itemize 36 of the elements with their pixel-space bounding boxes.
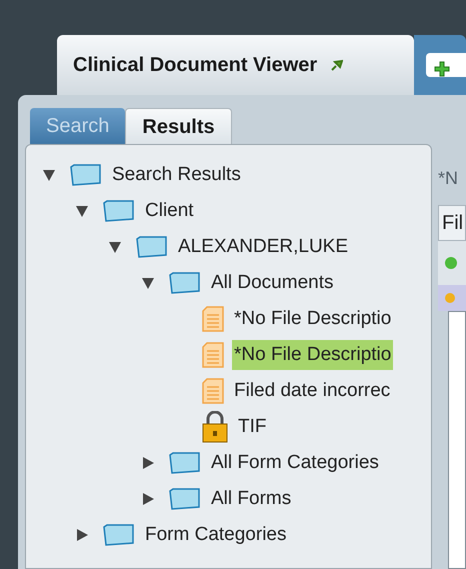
folder-icon (136, 236, 168, 258)
document-icon (202, 378, 224, 404)
document-icon (202, 342, 224, 368)
folder-icon (103, 200, 135, 222)
tree-item[interactable]: *No File Descriptio (232, 304, 394, 334)
document-tab[interactable]: Clinical Document Viewer (57, 35, 414, 95)
panel-tab[interactable]: Results (125, 108, 232, 144)
expand-arrow-icon[interactable] (75, 528, 89, 542)
folder-icon (169, 488, 201, 510)
tree-item[interactable]: Search Results (110, 160, 243, 190)
collapse-arrow-icon[interactable] (75, 204, 89, 218)
pane-title: *N (438, 167, 460, 190)
expand-arrow-icon[interactable] (141, 492, 155, 506)
pin-icon[interactable] (331, 59, 344, 71)
tree-item[interactable]: Client (143, 196, 196, 226)
collapse-arrow-icon[interactable] (42, 168, 56, 182)
folder-icon (169, 452, 201, 474)
collapse-arrow-icon[interactable] (141, 276, 155, 290)
pane-header-text: Fil (442, 211, 464, 236)
padlock-icon (202, 411, 228, 443)
folder-icon (103, 524, 135, 546)
tree-item[interactable]: TIF (236, 412, 268, 442)
tree-item[interactable]: Form Categories (143, 520, 288, 550)
folder-icon (169, 272, 201, 294)
tree-item[interactable]: All Documents (209, 268, 336, 298)
expand-arrow-icon[interactable] (141, 456, 155, 470)
tree-item[interactable]: ALEXANDER,LUKE (176, 232, 350, 262)
tree-item[interactable]: Filed date incorrec (232, 376, 392, 406)
document-tab-title: Clinical Document Viewer (73, 53, 318, 78)
tree-item[interactable]: All Forms (209, 484, 294, 514)
new-tab[interactable] (414, 35, 466, 95)
document-icon (202, 306, 224, 332)
tree-item[interactable]: *No File Descriptio (232, 340, 394, 370)
collapse-arrow-icon[interactable] (108, 240, 122, 254)
tree-item[interactable]: All Form Categories (209, 448, 381, 478)
folder-icon (70, 164, 102, 186)
